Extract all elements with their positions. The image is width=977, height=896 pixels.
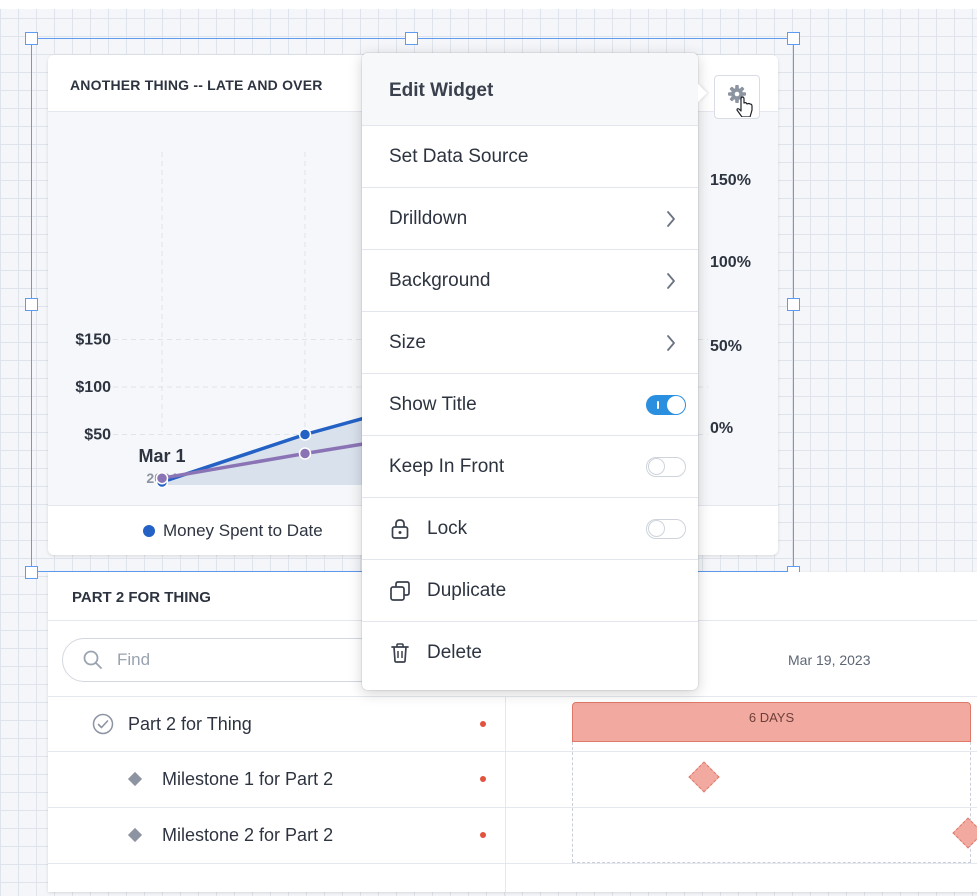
column-divider xyxy=(505,696,506,896)
status-dot xyxy=(480,832,486,838)
resize-handle-top-right[interactable] xyxy=(787,32,800,45)
menu-item-size[interactable]: Size xyxy=(362,312,698,374)
menu-item-drilldown[interactable]: Drilldown xyxy=(362,188,698,250)
menu-item-delete[interactable]: Delete xyxy=(362,622,698,684)
toggle-knob xyxy=(648,458,665,475)
gantt-task-bar[interactable]: 6 DAYS xyxy=(572,702,971,742)
resize-handle-top-left[interactable] xyxy=(25,32,38,45)
legend-label: Money Spent to Date xyxy=(163,521,323,540)
lock-toggle[interactable] xyxy=(646,519,686,539)
chevron-right-icon xyxy=(667,273,675,289)
data-point xyxy=(298,447,312,460)
y2-axis-tick-label: 100% xyxy=(710,254,751,271)
canvas-top-edge xyxy=(0,0,977,9)
task-label: Part 2 for Thing xyxy=(128,713,252,734)
toggle-knob xyxy=(667,396,685,414)
keep-in-front-toggle[interactable] xyxy=(646,457,686,477)
trash-icon xyxy=(389,642,411,664)
resize-handle-middle-left[interactable] xyxy=(25,298,38,311)
resize-handle-bottom-left[interactable] xyxy=(25,566,38,579)
menu-item-duplicate[interactable]: Duplicate xyxy=(362,560,698,622)
gantt-bar-outline-bottom xyxy=(572,862,971,863)
gantt-bar-outline xyxy=(572,742,971,862)
milestone-label: Milestone 1 for Part 2 xyxy=(162,768,334,789)
y-axis-tick-label: $100 xyxy=(75,379,111,396)
diamond-icon xyxy=(127,771,143,787)
menu-item-keep-in-front[interactable]: Keep In Front xyxy=(362,436,698,498)
duplicate-icon xyxy=(389,580,411,602)
row-divider xyxy=(48,863,977,864)
chevron-right-icon xyxy=(667,335,675,351)
menu-item-label: Drilldown xyxy=(389,207,468,229)
y-axis-tick-label: $150 xyxy=(75,332,111,349)
y2-axis-tick-label: 50% xyxy=(710,338,742,355)
menu-item-label: Keep In Front xyxy=(389,455,505,477)
edit-widget-menu: Edit Widget Set Data Source Drilldown Ba… xyxy=(362,53,698,690)
milestone-row[interactable]: Milestone 2 for Part 2 xyxy=(48,807,505,863)
menu-header: Edit Widget xyxy=(362,53,698,126)
widget-settings-button[interactable] xyxy=(714,75,760,119)
menu-item-background[interactable]: Background xyxy=(362,250,698,312)
diamond-icon xyxy=(127,827,143,843)
chevron-right-icon xyxy=(667,211,675,227)
menu-item-label: Show Title xyxy=(389,393,477,415)
milestone-label: Milestone 2 for Part 2 xyxy=(162,824,334,845)
x-axis-tick-label: Mar 1 xyxy=(138,446,185,466)
menu-item-label: Lock xyxy=(427,517,468,539)
menu-item-label: Delete xyxy=(427,642,482,663)
menu-item-set-data-source[interactable]: Set Data Source xyxy=(362,126,698,188)
menu-item-label: Background xyxy=(389,269,491,291)
lock-icon xyxy=(389,518,411,540)
menu-caret xyxy=(698,84,707,102)
resize-handle-top-middle[interactable] xyxy=(405,32,418,45)
find-input[interactable] xyxy=(115,649,319,671)
data-point xyxy=(155,471,169,485)
legend-item-money-spent: Money Spent to Date xyxy=(143,521,323,541)
hand-cursor-icon xyxy=(736,96,753,117)
y2-axis-tick-label: 0% xyxy=(710,420,733,437)
menu-item-label: Size xyxy=(389,331,426,353)
task-row[interactable]: Part 2 for Thing xyxy=(48,696,505,752)
menu-item-label: Set Data Source xyxy=(389,145,529,167)
menu-item-show-title[interactable]: Show Title xyxy=(362,374,698,436)
data-point xyxy=(298,428,312,441)
y2-axis-tick-label: 150% xyxy=(710,172,751,189)
legend-dot xyxy=(143,525,155,537)
menu-item-label: Duplicate xyxy=(427,579,507,601)
widget-title: ANOTHER THING -- LATE AND OVER xyxy=(70,77,323,93)
status-dot xyxy=(480,721,486,727)
menu-item-lock[interactable]: Lock xyxy=(362,498,698,560)
menu-title: Edit Widget xyxy=(389,80,494,101)
check-circle-icon xyxy=(92,713,114,735)
status-dot xyxy=(480,776,486,782)
resize-handle-middle-right[interactable] xyxy=(787,298,800,311)
toggle-knob xyxy=(648,520,665,537)
show-title-toggle[interactable] xyxy=(646,395,686,415)
gantt-widget-title: PART 2 FOR THING xyxy=(72,589,211,606)
y-axis-tick-label: $50 xyxy=(84,427,111,444)
timeline-date-header: Mar 19, 2023 xyxy=(788,652,871,668)
milestone-row[interactable]: Milestone 1 for Part 2 xyxy=(48,751,505,807)
search-icon xyxy=(83,650,102,669)
find-search-box[interactable] xyxy=(62,638,382,682)
toggle-on-indicator xyxy=(657,401,659,409)
gear-icon xyxy=(728,85,753,117)
